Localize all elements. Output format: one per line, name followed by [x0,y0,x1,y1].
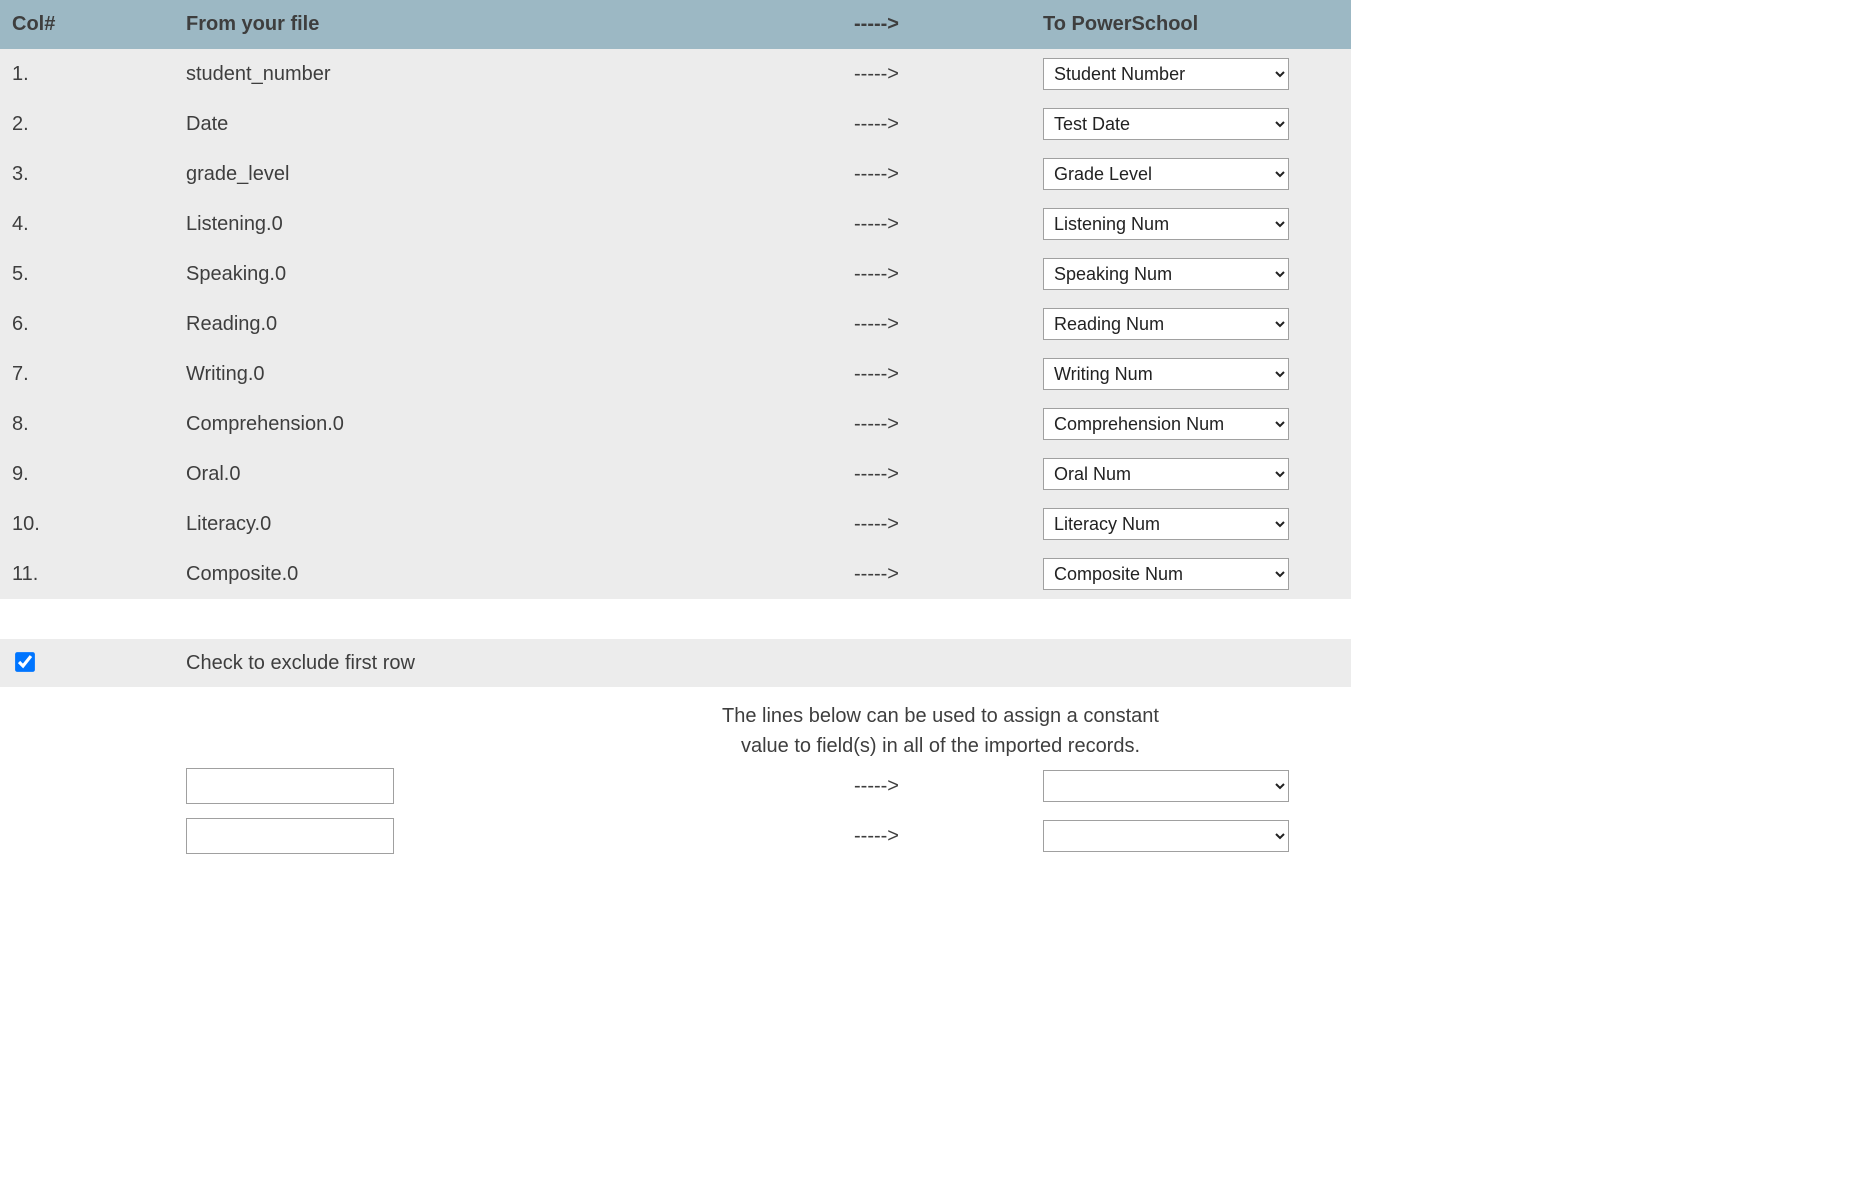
arrow-icon: -----> [854,263,1043,286]
table-row: 7.Writing.0----->Writing Num [0,349,1351,399]
powerschool-field-select[interactable]: Reading Num [1043,308,1289,340]
arrow-icon: -----> [854,163,1043,186]
constant-field-select[interactable] [1043,820,1289,852]
table-row: 3.grade_level----->Grade Level [0,149,1351,199]
row-number: 3. [0,163,186,186]
powerschool-field-select[interactable]: Speaking Num [1043,258,1289,290]
header-to-powerschool: To PowerSchool [1043,13,1351,36]
row-number: 7. [0,363,186,386]
row-number: 10. [0,513,186,536]
row-number: 11. [0,563,186,586]
row-number: 4. [0,213,186,236]
table-row: 11.Composite.0----->Composite Num [0,549,1351,599]
table-row: 2.Date----->Test Date [0,99,1351,149]
header-col-number: Col# [0,13,186,36]
row-number: 6. [0,313,186,336]
exclude-first-row-section: Check to exclude first row [0,639,1351,687]
constant-field-select[interactable] [1043,770,1289,802]
table-row: 9.Oral.0----->Oral Num [0,449,1351,499]
exclude-first-row-label: Check to exclude first row [186,652,854,675]
from-file-field: Reading.0 [186,313,854,336]
row-number: 2. [0,113,186,136]
powerschool-field-select[interactable]: Writing Num [1043,358,1289,390]
from-file-field: Listening.0 [186,213,854,236]
powerschool-field-select[interactable]: Grade Level [1043,158,1289,190]
arrow-icon: -----> [854,413,1043,436]
from-file-field: Writing.0 [186,363,854,386]
constant-row: -----> [0,811,1351,861]
header-from-file: From your file [186,13,854,36]
arrow-icon: -----> [854,113,1043,136]
exclude-first-row-checkbox[interactable] [15,652,35,672]
constant-row: -----> [0,761,1351,811]
table-row: 8.Comprehension.0----->Comprehension Num [0,399,1351,449]
row-number: 9. [0,463,186,486]
from-file-field: Oral.0 [186,463,854,486]
arrow-icon: -----> [854,313,1043,336]
row-number: 8. [0,413,186,436]
arrow-icon: -----> [854,775,1043,798]
table-header: Col# From your file -----> To PowerSchoo… [0,0,1351,49]
arrow-icon: -----> [854,513,1043,536]
arrow-icon: -----> [854,363,1043,386]
row-number: 1. [0,63,186,86]
table-row: 6.Reading.0----->Reading Num [0,299,1351,349]
powerschool-field-select[interactable]: Student Number [1043,58,1289,90]
table-row: 4.Listening.0----->Listening Num [0,199,1351,249]
from-file-field: Comprehension.0 [186,413,854,436]
table-row: 5.Speaking.0----->Speaking Num [0,249,1351,299]
header-arrow: -----> [854,13,1043,36]
from-file-field: Composite.0 [186,563,854,586]
powerschool-field-select[interactable]: Listening Num [1043,208,1289,240]
from-file-field: Date [186,113,854,136]
from-file-field: Speaking.0 [186,263,854,286]
arrow-icon: -----> [854,213,1043,236]
from-file-field: grade_level [186,163,854,186]
table-row: 10.Literacy.0----->Literacy Num [0,499,1351,549]
constant-value-input[interactable] [186,768,394,804]
arrow-icon: -----> [854,825,1043,848]
constant-value-hint: The lines below can be used to assign a … [0,701,1351,761]
import-mapping-table: Col# From your file -----> To PowerSchoo… [0,0,1351,861]
row-number: 5. [0,263,186,286]
arrow-icon: -----> [854,563,1043,586]
from-file-field: student_number [186,63,854,86]
powerschool-field-select[interactable]: Composite Num [1043,558,1289,590]
powerschool-field-select[interactable]: Comprehension Num [1043,408,1289,440]
from-file-field: Literacy.0 [186,513,854,536]
powerschool-field-select[interactable]: Test Date [1043,108,1289,140]
powerschool-field-select[interactable]: Oral Num [1043,458,1289,490]
powerschool-field-select[interactable]: Literacy Num [1043,508,1289,540]
table-row: 1.student_number----->Student Number [0,49,1351,99]
constant-value-input[interactable] [186,818,394,854]
arrow-icon: -----> [854,463,1043,486]
arrow-icon: -----> [854,63,1043,86]
